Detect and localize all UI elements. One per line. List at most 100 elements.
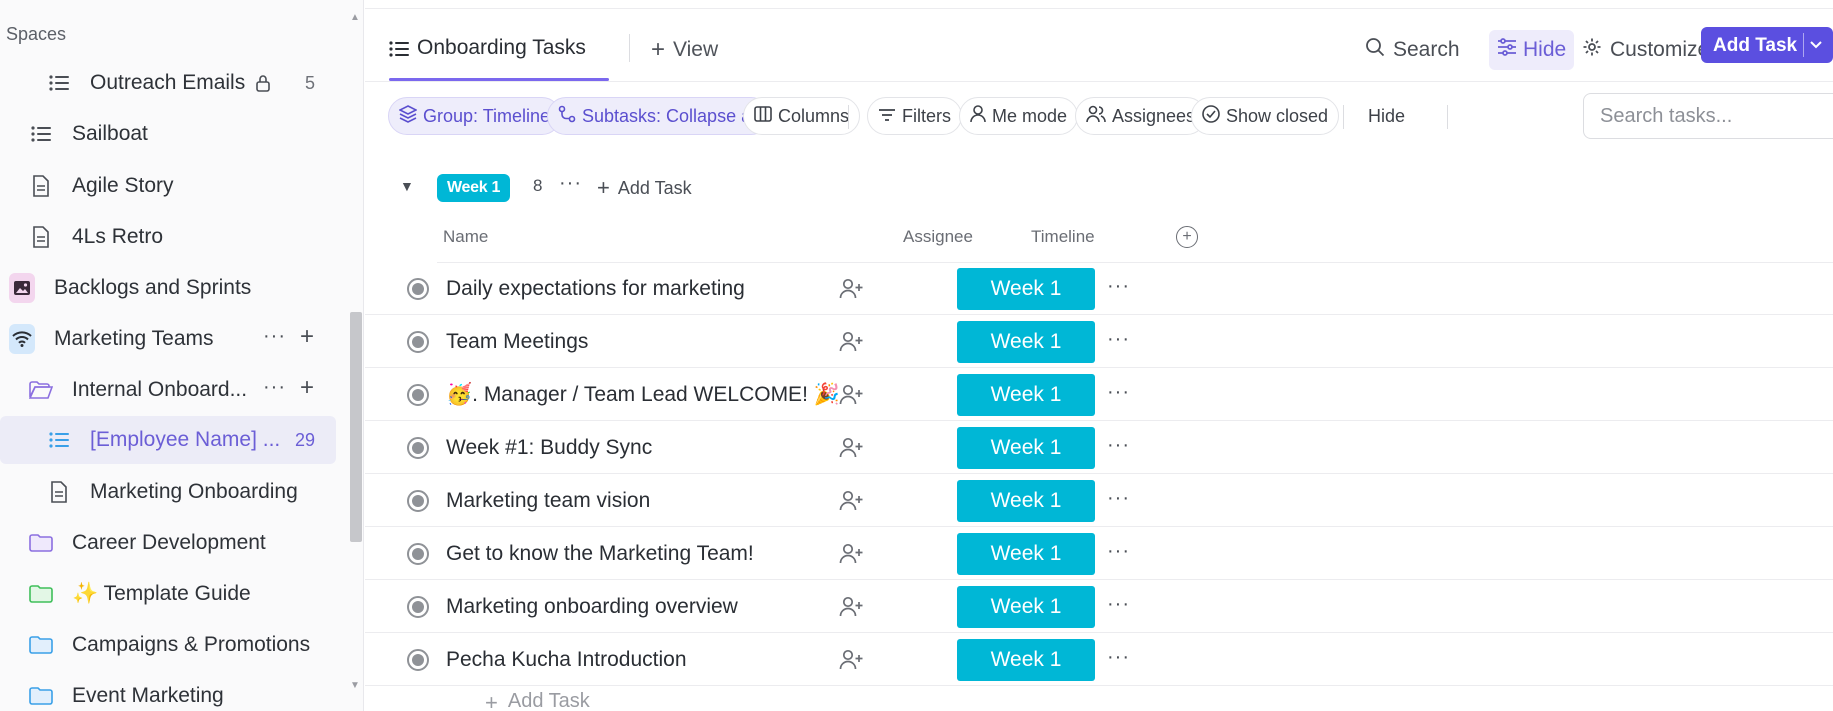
sidebar-item-marketing-teams[interactable]: Marketing Teams ··· + xyxy=(0,315,336,363)
task-name[interactable]: Marketing onboarding overview xyxy=(446,595,738,619)
assignees-chip[interactable]: Assignees xyxy=(1075,97,1207,135)
task-name[interactable]: Marketing team vision xyxy=(446,489,650,513)
add-assignee-icon[interactable] xyxy=(839,384,865,410)
group-add-task-button[interactable]: + Add Task xyxy=(597,175,692,201)
more-options-icon[interactable]: ··· xyxy=(1107,328,1130,351)
sidebar-item-agile-story[interactable]: Agile Story xyxy=(0,162,336,210)
group-label-pill[interactable]: Week 1 xyxy=(437,174,511,202)
more-options-icon[interactable]: ··· xyxy=(1107,275,1130,298)
more-options-icon[interactable]: ··· xyxy=(263,325,286,348)
subtasks-chip[interactable]: Subtasks: Collapse all xyxy=(547,97,771,135)
add-assignee-icon[interactable] xyxy=(839,649,865,675)
task-row[interactable]: 🥳. Manager / Team Lead WELCOME! 🎉 Week 1… xyxy=(365,369,1833,421)
more-options-icon[interactable]: ··· xyxy=(559,172,582,195)
task-row[interactable]: Team Meetings Week 1 ··· xyxy=(365,316,1833,368)
scroll-up-arrow[interactable]: ▲ xyxy=(350,12,360,23)
hide-filter-button[interactable]: Hide xyxy=(1357,97,1417,135)
timeline-cell[interactable]: Week 1 xyxy=(957,268,1095,310)
sidebar-item-campaigns-promotions[interactable]: Campaigns & Promotions xyxy=(0,621,336,669)
more-options-icon[interactable]: ··· xyxy=(263,376,286,399)
users-icon xyxy=(1086,105,1106,128)
filter-bar: Group: Timeline Subtasks: Collapse all C… xyxy=(365,93,1833,139)
sidebar-item-marketing-onboarding[interactable]: Marketing Onboarding xyxy=(0,468,336,516)
add-assignee-icon[interactable] xyxy=(839,331,865,357)
column-header-name[interactable]: Name xyxy=(443,227,488,247)
task-row[interactable]: Pecha Kucha Introduction Week 1 ··· xyxy=(365,634,1833,686)
status-icon[interactable] xyxy=(407,278,429,300)
add-assignee-icon[interactable] xyxy=(839,596,865,622)
sidebar-item-internal-onboarding[interactable]: Internal Onboard... ··· + xyxy=(0,366,336,414)
task-row[interactable]: Get to know the Marketing Team! Week 1 ·… xyxy=(365,528,1833,580)
timeline-cell[interactable]: Week 1 xyxy=(957,639,1095,681)
caret-down-icon[interactable]: ▼ xyxy=(400,178,414,194)
timeline-cell[interactable]: Week 1 xyxy=(957,321,1095,363)
task-name[interactable]: Get to know the Marketing Team! xyxy=(446,542,754,566)
add-icon[interactable]: + xyxy=(300,323,314,351)
list-icon xyxy=(389,39,409,63)
columns-chip[interactable]: Columns xyxy=(743,97,861,135)
task-name[interactable]: 🥳. Manager / Team Lead WELCOME! 🎉 xyxy=(446,383,840,407)
timeline-cell[interactable]: Week 1 xyxy=(957,374,1095,416)
task-row[interactable]: Daily expectations for marketing Week 1 … xyxy=(365,263,1833,315)
column-header-assignee[interactable]: Assignee xyxy=(903,227,973,247)
timeline-cell[interactable]: Week 1 xyxy=(957,427,1095,469)
search-button[interactable]: Search xyxy=(1365,30,1460,70)
customize-button[interactable]: Customize xyxy=(1545,30,1709,70)
doc-icon xyxy=(46,479,72,505)
status-icon[interactable] xyxy=(407,490,429,512)
sidebar-item-backlogs-and-sprints[interactable]: Backlogs and Sprints xyxy=(0,264,336,312)
more-options-icon[interactable]: ··· xyxy=(1107,540,1130,563)
sidebar-item-sailboat[interactable]: Sailboat xyxy=(0,110,336,158)
add-task-row[interactable]: + Add Task xyxy=(485,690,590,711)
filter-icon xyxy=(878,106,896,127)
status-icon[interactable] xyxy=(407,596,429,618)
add-task-button[interactable]: Add Task xyxy=(1701,27,1833,63)
sidebar-item-event-marketing[interactable]: Event Marketing xyxy=(0,672,336,711)
sidebar-scrollbar[interactable] xyxy=(350,312,362,542)
column-header-timeline[interactable]: Timeline xyxy=(1031,227,1095,247)
add-assignee-icon[interactable] xyxy=(839,278,865,304)
more-options-icon[interactable]: ··· xyxy=(1107,434,1130,457)
sidebar-item-4ls-retro[interactable]: 4Ls Retro xyxy=(0,213,336,261)
sidebar-item-career-development[interactable]: Career Development xyxy=(0,519,336,567)
me-mode-chip[interactable]: Me mode xyxy=(959,97,1079,135)
task-name[interactable]: Week #1: Buddy Sync xyxy=(446,436,652,460)
more-options-icon[interactable]: ··· xyxy=(1107,593,1130,616)
sidebar-item-template-guide[interactable]: ✨ Template Guide xyxy=(0,570,336,618)
add-assignee-icon[interactable] xyxy=(839,490,865,516)
main-panel: Onboarding Tasks + View Search Hide Cust… xyxy=(365,0,1833,711)
task-row[interactable]: Marketing onboarding overview Week 1 ··· xyxy=(365,581,1833,633)
timeline-cell[interactable]: Week 1 xyxy=(957,480,1095,522)
add-assignee-icon[interactable] xyxy=(839,543,865,569)
task-row[interactable]: Week #1: Buddy Sync Week 1 ··· xyxy=(365,422,1833,474)
sidebar-item-employee-name[interactable]: [Employee Name] ... 29 xyxy=(0,416,336,464)
task-name[interactable]: Team Meetings xyxy=(446,330,588,354)
chevron-down-icon[interactable] xyxy=(1809,33,1823,60)
add-icon[interactable]: + xyxy=(300,374,314,402)
sidebar-item-outreach-emails[interactable]: Outreach Emails 5 xyxy=(0,59,336,107)
status-icon[interactable] xyxy=(407,384,429,406)
status-icon[interactable] xyxy=(407,437,429,459)
timeline-cell[interactable]: Week 1 xyxy=(957,533,1095,575)
group-timeline-chip[interactable]: Group: Timeline xyxy=(388,97,562,135)
add-assignee-icon[interactable] xyxy=(839,437,865,463)
tab-onboarding-tasks[interactable]: Onboarding Tasks xyxy=(389,28,586,82)
timeline-cell[interactable]: Week 1 xyxy=(957,586,1095,628)
filters-chip[interactable]: Filters xyxy=(867,97,962,135)
task-row[interactable]: Marketing team vision Week 1 ··· xyxy=(365,475,1833,527)
add-column-icon[interactable]: + xyxy=(1176,226,1198,248)
more-options-icon[interactable]: ··· xyxy=(1107,487,1130,510)
task-name[interactable]: Daily expectations for marketing xyxy=(446,277,745,301)
show-closed-chip[interactable]: Show closed xyxy=(1191,97,1340,135)
add-task-label: Add Task xyxy=(1713,35,1798,56)
more-options-icon[interactable]: ··· xyxy=(1107,381,1130,404)
status-icon[interactable] xyxy=(407,543,429,565)
add-view-button[interactable]: + View xyxy=(651,36,718,64)
search-tasks-input[interactable]: Search tasks... xyxy=(1583,93,1833,139)
more-options-icon[interactable]: ··· xyxy=(1107,646,1130,669)
scroll-down-arrow[interactable]: ▼ xyxy=(350,680,360,691)
add-task-row-label: Add Task xyxy=(507,690,590,711)
status-icon[interactable] xyxy=(407,649,429,671)
status-icon[interactable] xyxy=(407,331,429,353)
task-name[interactable]: Pecha Kucha Introduction xyxy=(446,648,687,672)
